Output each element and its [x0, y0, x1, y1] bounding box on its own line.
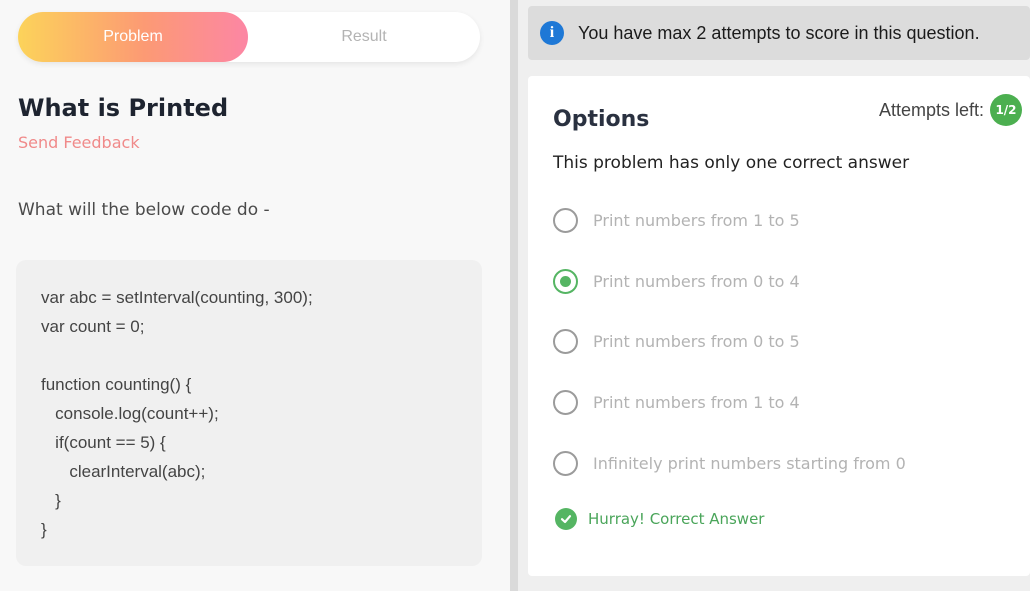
question-text: What will the below code do - [18, 200, 270, 220]
radio-button[interactable] [553, 390, 578, 415]
options-subtitle: This problem has only one correct answer [553, 153, 910, 173]
info-banner: i You have max 2 attempts to score in th… [528, 6, 1030, 60]
option-item[interactable]: Print numbers from 0 to 4 [553, 269, 800, 294]
tab-result[interactable]: Result [248, 12, 480, 62]
attempts-label: Attempts left: [878, 99, 984, 120]
result-text: Hurray! Correct Answer [588, 510, 765, 528]
answer-panel: i You have max 2 attempts to score in th… [518, 0, 1030, 591]
options-title: Options [553, 107, 650, 132]
check-circle-icon [555, 508, 577, 530]
option-label: Infinitely print numbers starting from 0 [593, 454, 906, 473]
code-line: if(count == 5) { [41, 433, 166, 452]
problem-title: What is Printed [18, 94, 229, 122]
code-line: clearInterval(abc); [41, 462, 206, 481]
code-line: function counting() { [41, 375, 192, 394]
banner-text: You have max 2 attempts to score in this… [578, 22, 980, 43]
tab-problem[interactable]: Problem [18, 12, 248, 62]
code-line: } [41, 520, 47, 539]
option-label: Print numbers from 0 to 5 [593, 332, 800, 351]
code-line: console.log(count++); [41, 404, 219, 423]
code-line: var count = 0; [41, 317, 145, 336]
info-icon: i [540, 21, 564, 45]
option-item[interactable]: Print numbers from 0 to 5 [553, 329, 800, 354]
option-label: Print numbers from 0 to 4 [593, 272, 800, 291]
radio-button[interactable] [553, 329, 578, 354]
send-feedback-link[interactable]: Send Feedback [18, 133, 140, 152]
options-card: Options Attempts left: 1/2 This problem … [528, 76, 1030, 576]
panel-divider[interactable] [510, 0, 518, 591]
attempts-indicator: Attempts left: 1/2 [879, 94, 1022, 126]
code-line: } [41, 491, 61, 510]
radio-button-selected[interactable] [553, 269, 578, 294]
option-label: Print numbers from 1 to 5 [593, 211, 800, 230]
problem-panel: Problem Result What is Printed Send Feed… [0, 0, 510, 591]
tab-bar: Problem Result [18, 12, 480, 62]
radio-button[interactable] [553, 451, 578, 476]
radio-button[interactable] [553, 208, 578, 233]
code-line: var abc = setInterval(counting, 300); [41, 288, 313, 307]
option-label: Print numbers from 1 to 4 [593, 393, 800, 412]
result-message: Hurray! Correct Answer [555, 508, 764, 530]
attempts-badge: 1/2 [990, 94, 1022, 126]
option-item[interactable]: Print numbers from 1 to 5 [553, 208, 800, 233]
option-item[interactable]: Print numbers from 1 to 4 [553, 390, 800, 415]
option-item[interactable]: Infinitely print numbers starting from 0 [553, 451, 906, 476]
code-block: var abc = setInterval(counting, 300); va… [16, 260, 482, 566]
